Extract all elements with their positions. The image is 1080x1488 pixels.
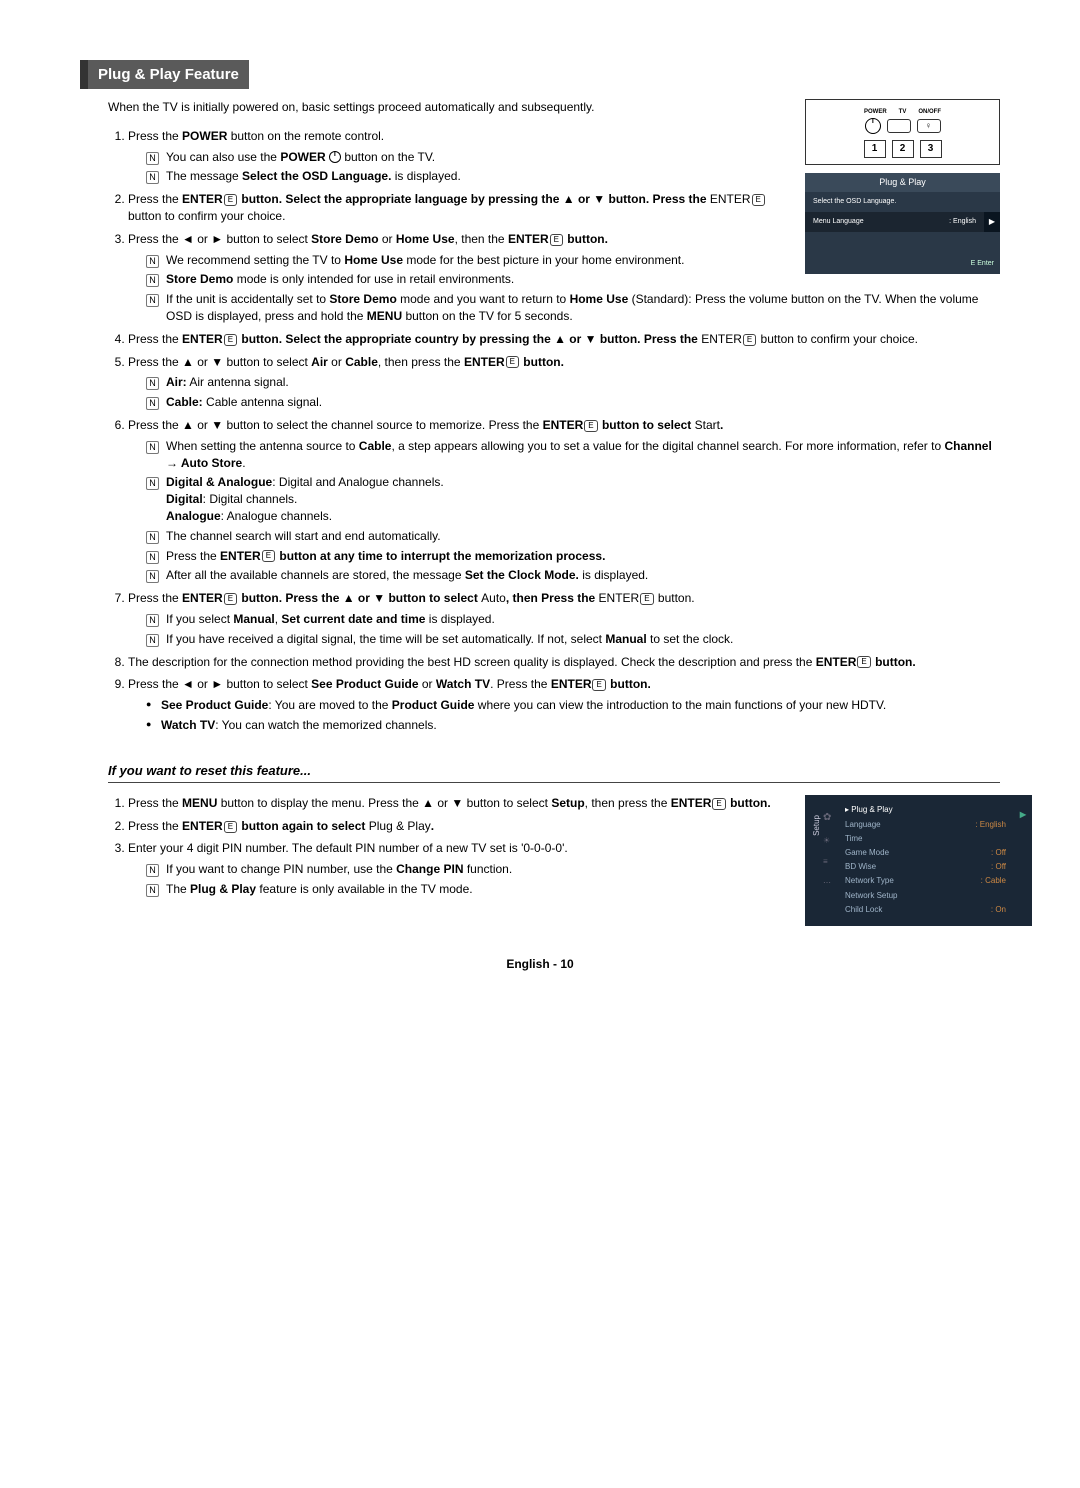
reset-steps: Press the MENU button to display the men… [108, 795, 790, 898]
note-item: Press the ENTERE button at any time to i… [146, 548, 1000, 565]
power-icon [329, 151, 341, 163]
osd-prompt: Select the OSD Language. [805, 192, 1000, 212]
main-content: POWER TV ON/OFF ♀ 1 2 3 Plug & Play Sele… [108, 99, 1000, 926]
note-item: If you want to change PIN number, use th… [146, 861, 790, 878]
setup-row-first: ▸ Plug & Play [837, 803, 1032, 817]
note-item: Cable: Cable antenna signal. [146, 394, 1000, 411]
note-item: When setting the antenna source to Cable… [146, 438, 1000, 472]
osd-arrow: ▶ [984, 212, 1000, 232]
enter-icon: E [640, 593, 653, 605]
step-item: Press the ENTERE button again to select … [128, 818, 790, 835]
setup-row: Time [837, 831, 1032, 845]
setup-row: Network Type: Cable [837, 874, 1032, 888]
osd-row-value: : English [949, 217, 976, 227]
onoff-btn: ♀ [917, 119, 941, 133]
enter-icon: E [857, 656, 870, 668]
section-header: Plug & Play Feature [80, 60, 1000, 89]
section-title: Plug & Play Feature [80, 60, 249, 89]
enter-icon: E [262, 550, 275, 562]
step-item: Press the ENTERE button. Press the ▲ or … [128, 590, 1000, 647]
setup-side-label: Setup [811, 815, 822, 836]
enter-icon: E [743, 334, 756, 346]
setup-row: Child Lock: On [837, 902, 1032, 916]
step-item: The description for the connection metho… [128, 654, 1000, 671]
note-item: The Plug & Play feature is only availabl… [146, 881, 790, 898]
note-item: Digital & Analogue: Digital and Analogue… [146, 474, 1000, 524]
note-item: After all the available channels are sto… [146, 567, 1000, 584]
setup-first-label: ▸ Plug & Play [845, 804, 893, 815]
bright-icon: ☀ [823, 835, 831, 846]
setup-row: Language: English [837, 817, 1032, 831]
label-tv: TV [899, 108, 907, 116]
lines-icon: ≡ [823, 856, 831, 867]
enter-icon: E [584, 420, 597, 432]
note-item: We recommend setting the TV to Home Use … [146, 252, 1000, 269]
enter-icon: E [550, 234, 563, 246]
enter-icon: E [506, 356, 519, 368]
osd-row-label: Menu Language [813, 217, 864, 227]
power-btn-icon [865, 118, 881, 134]
step-item: Press the ▲ or ▼ button to select the ch… [128, 417, 1000, 584]
step-item: Press the ◄ or ► button to select See Pr… [128, 676, 1000, 733]
step-item: Press the ENTERE button. Select the appr… [128, 331, 1000, 348]
setup-row: BD Wise: Off [837, 860, 1032, 874]
enter-icon: E [224, 194, 237, 206]
step-item: Press the ▲ or ▼ button to select Air or… [128, 354, 1000, 411]
enter-icon: E [712, 798, 725, 810]
osd-menu-language-row: Menu Language : English [805, 212, 984, 232]
tv-btn [887, 119, 911, 133]
enter-icon: E [752, 194, 765, 206]
right-figures: POWER TV ON/OFF ♀ 1 2 3 Plug & Play Sele… [805, 99, 1000, 274]
note-item: Air: Air antenna signal. [146, 374, 1000, 391]
enter-icon: E [224, 821, 237, 833]
note-item: You can also use the POWER button on the… [146, 149, 1000, 166]
enter-icon: E [224, 593, 237, 605]
dots-icon: ⋯ [823, 877, 831, 888]
enter-icon: E [224, 334, 237, 346]
label-power: POWER [864, 108, 887, 116]
enter-icon: E [592, 679, 605, 691]
note-item: If you select Manual, Set current date a… [146, 611, 1000, 628]
setup-icons: ✿ ☀ ≡ ⋯ [823, 811, 831, 889]
reset-title: If you want to reset this feature... [108, 762, 1000, 783]
step-item: Enter your 4 digit PIN number. The defau… [128, 840, 790, 897]
page-footer: English - 10 [80, 956, 1000, 973]
note-item: If the unit is accidentally set to Store… [146, 291, 1000, 325]
bullet-item: See Product Guide: You are moved to the … [146, 697, 1000, 714]
setup-row: Game Mode: Off [837, 845, 1032, 859]
gear-icon: ✿ [823, 811, 831, 825]
setup-first-arrow: ▶ [1020, 809, 1026, 820]
step-item: Press the MENU button to display the men… [128, 795, 790, 812]
bullet-item: Watch TV: You can watch the memorized ch… [146, 717, 1000, 734]
note-item: The message Select the OSD Language. is … [146, 168, 1000, 185]
label-onoff: ON/OFF [918, 108, 941, 116]
setup-osd-figure: Setup ✿ ☀ ≡ ⋯ ▶ ▸ Plug & Play Language: … [805, 795, 1000, 927]
note-item: The channel search will start and end au… [146, 528, 1000, 545]
note-item: Store Demo mode is only intended for use… [146, 271, 1000, 288]
note-item: If you have received a digital signal, t… [146, 631, 1000, 648]
setup-osd: Setup ✿ ☀ ≡ ⋯ ▶ ▸ Plug & Play Language: … [805, 795, 1032, 927]
setup-row: Network Setup [837, 888, 1032, 902]
